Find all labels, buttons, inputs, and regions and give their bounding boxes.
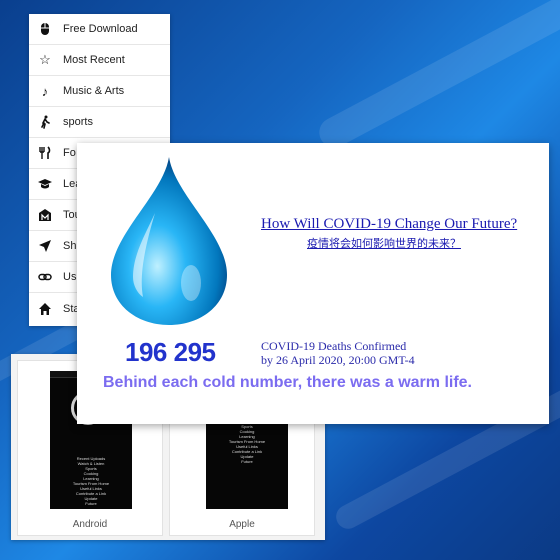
menu-item-label: Us [63,271,77,283]
menu-item-label: sports [63,116,93,128]
apple-label: Apple [229,519,255,530]
menu-item-most-recent[interactable]: ☆ Most Recent [29,45,170,76]
music-note-icon: ♪ [41,83,49,99]
menu-item-sports[interactable]: sports [29,107,170,138]
museum-icon [38,208,52,222]
android-label: Android [72,519,108,530]
menu-item-label: Free Download [63,23,138,35]
water-drop-icon [111,157,227,325]
home-icon [38,302,52,316]
covid-popup: 196 295 How Will COVID-19 Change Our Fut… [77,143,549,424]
tagline: Behind each cold number, there was a war… [103,374,472,391]
menu-item-music-arts[interactable]: ♪ Music & Arts [29,76,170,107]
link-icon [38,270,52,284]
utensils-icon [38,146,52,160]
menu-item-label: Music & Arts [63,85,125,97]
menu-item-label: Most Recent [63,54,125,66]
subheadline-link[interactable]: 疫情将会如何影响世界的未来？ [307,235,461,251]
deaths-label: COVID-19 Deaths Confirmed [261,339,407,353]
death-count: 196 295 [125,337,216,367]
deaths-caption: COVID-19 Deaths Confirmed by 26 April 20… [261,339,415,367]
walking-icon [38,115,52,129]
menu-item-free-download[interactable]: Free Download [29,14,170,45]
star-icon: ☆ [39,52,51,67]
deaths-date: by 26 April 2020, 20:00 GMT-4 [261,353,415,367]
menu-item-label: Sh [63,240,77,252]
navigation-arrow-icon [38,239,52,253]
phone-menu-list: Watch & ListenSportsCookingLearningTouri… [228,419,266,464]
background-streak [314,0,560,153]
mouse-icon [38,22,52,36]
graduation-cap-icon [38,177,52,191]
menu-item-label: Fo [63,147,76,159]
phone-menu-list: Recent Uploads Watch & Listen Sports Cookin… [72,456,110,506]
headline-link[interactable]: How Will COVID-19 Change Our Future? [261,216,517,233]
